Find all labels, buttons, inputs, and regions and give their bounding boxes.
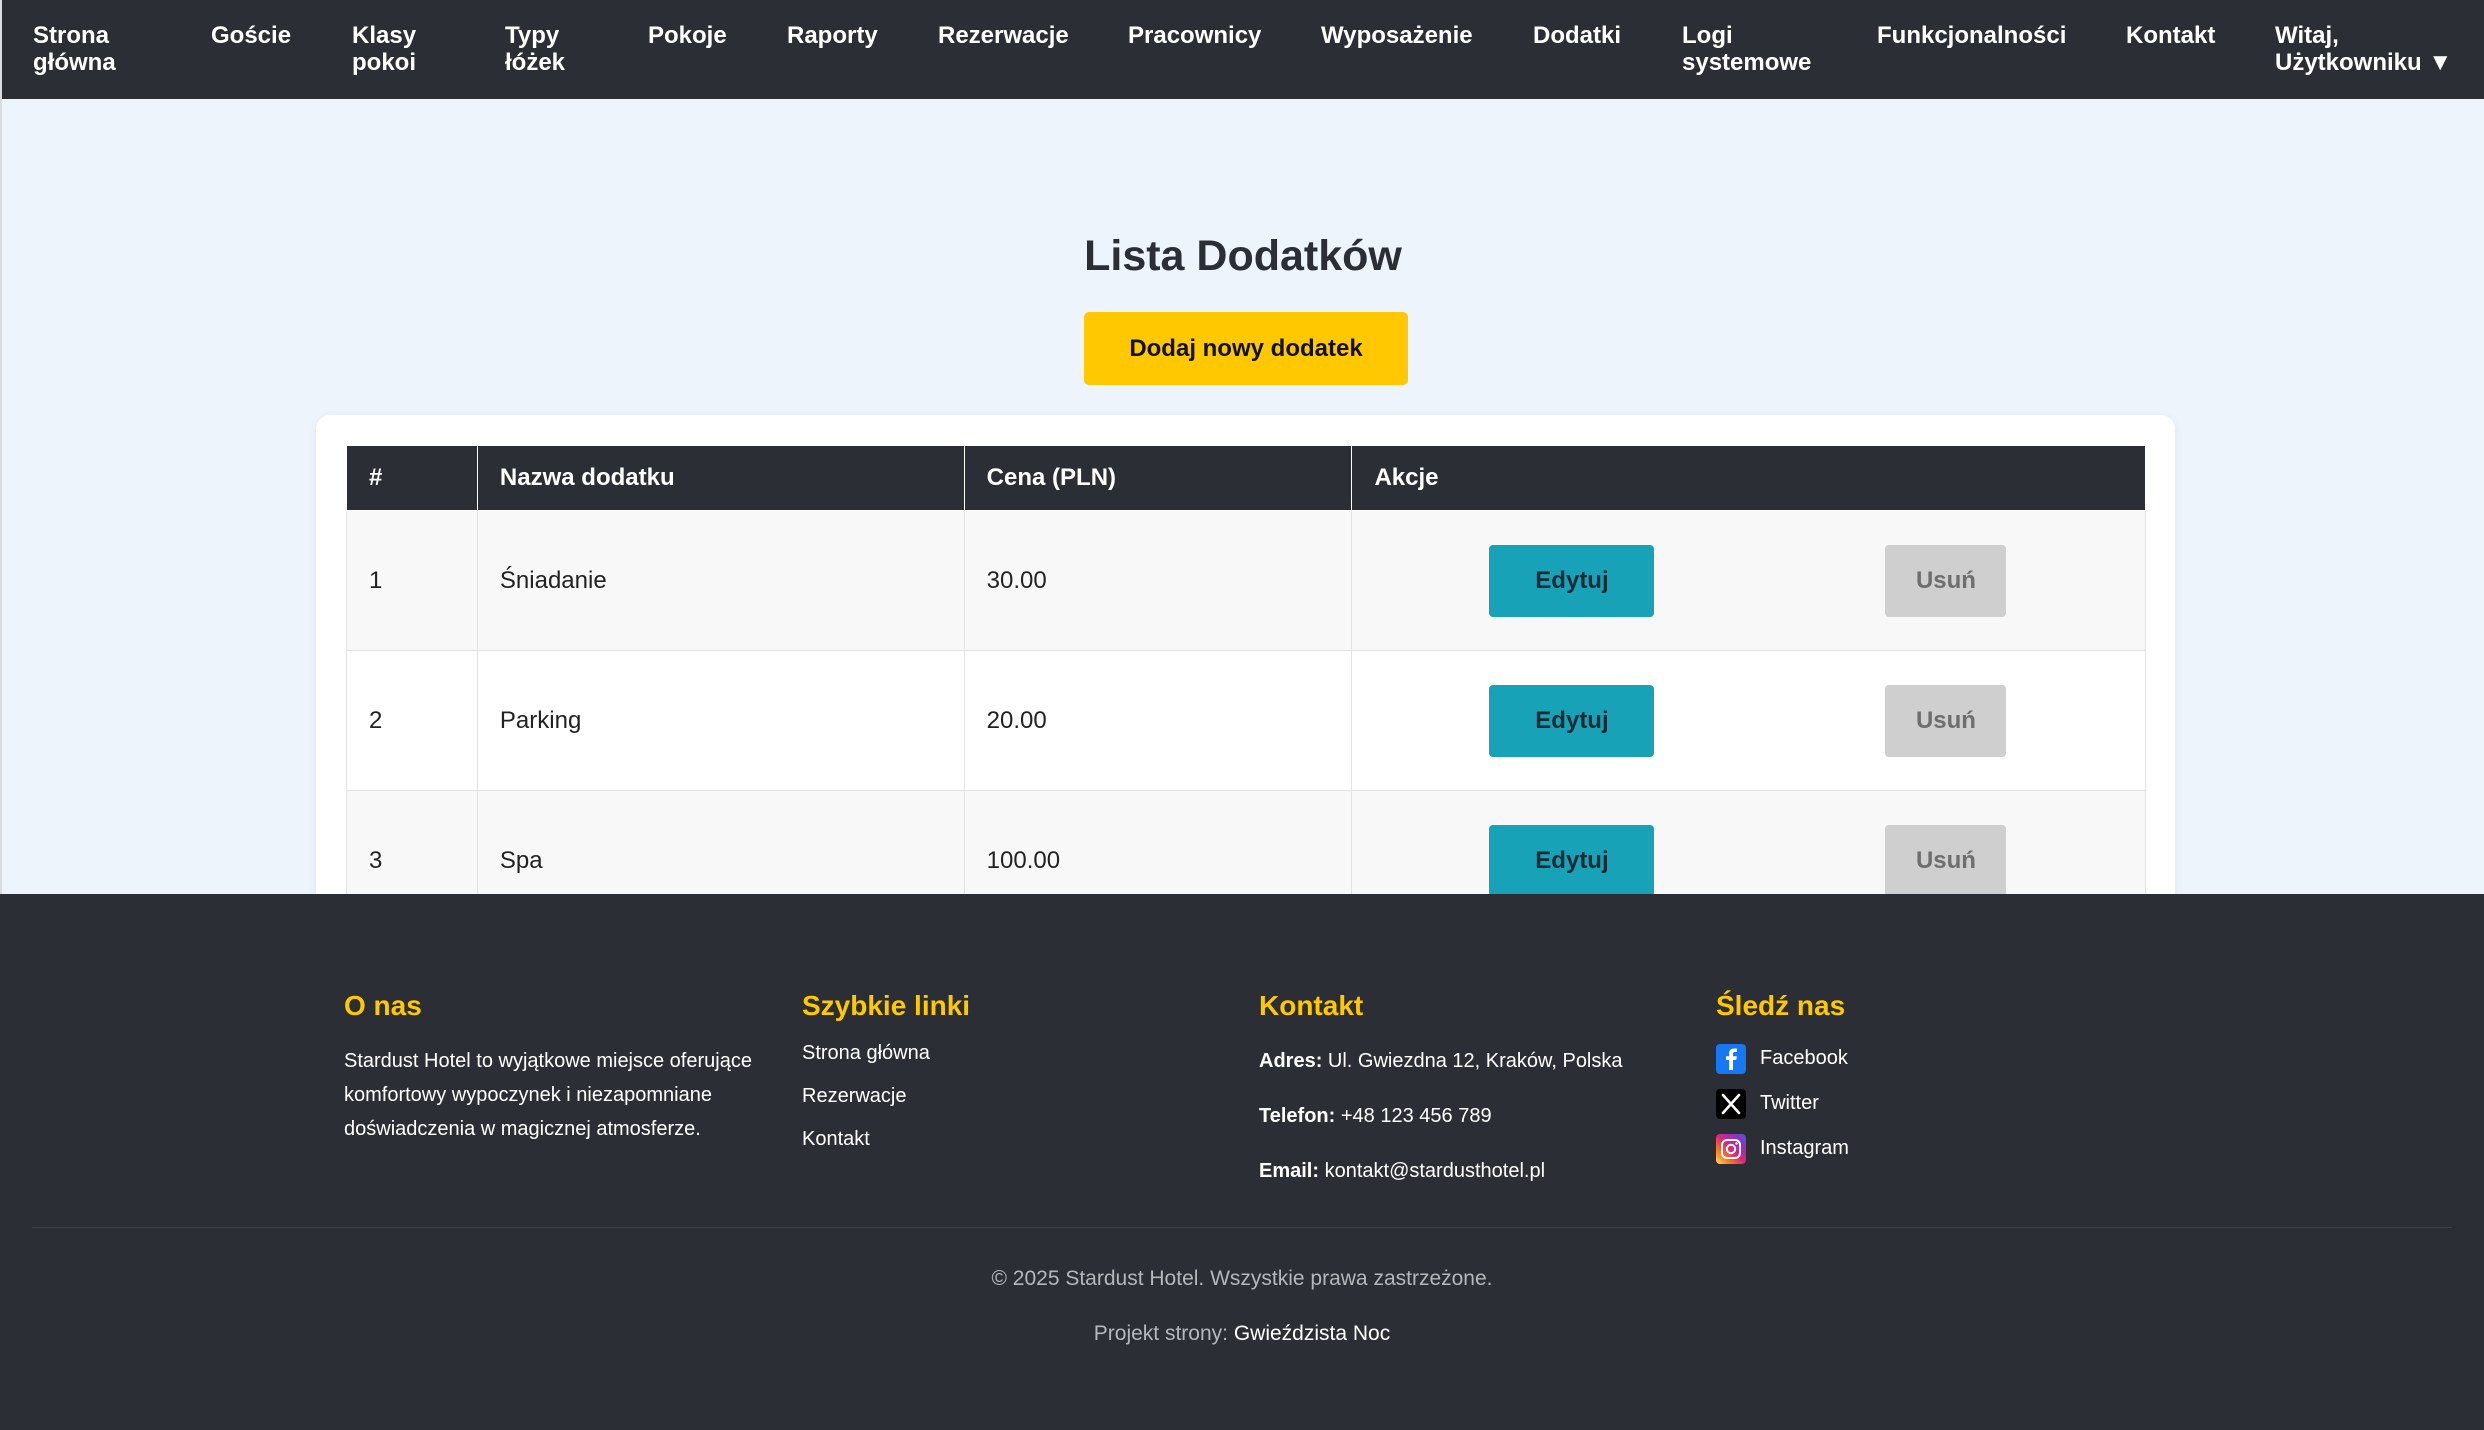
footer-divider — [32, 1227, 2452, 1228]
edit-button[interactable]: Edytuj — [1489, 825, 1655, 897]
top-navbar: Strona główna Goście Klasy pokoi Typy łó… — [0, 0, 2484, 99]
email-label: Email: — [1259, 1160, 1320, 1182]
nav-item-employees[interactable]: Pracownicy — [1128, 22, 1261, 49]
copyright-text: © 2025 Stardust Hotel. Wszystkie prawa z… — [991, 1267, 1493, 1290]
footer-link-contact[interactable]: Kontakt — [802, 1118, 970, 1161]
user-menu-dropdown[interactable]: Witaj, Użytkowniku ▼ — [2275, 22, 2452, 76]
footer-quick-links-heading: Szybkie linki — [802, 990, 971, 1021]
nav-item-home[interactable]: Strona główna — [33, 22, 116, 76]
edit-button[interactable]: Edytuj — [1489, 545, 1655, 617]
delete-button[interactable]: Usuń — [1885, 545, 2007, 617]
footer-link-reservations[interactable]: Rezerwacje — [802, 1075, 970, 1118]
instagram-icon — [1716, 1133, 1746, 1164]
facebook-label: Facebook — [1760, 1047, 1848, 1069]
address-value: Ul. Gwiezdna 12, Kraków, Polska — [1327, 1050, 1623, 1072]
column-header-actions: Akcje — [1351, 445, 2146, 511]
cell-price: 30.00 — [963, 510, 1353, 651]
credit-prefix: Projekt strony: — [1093, 1322, 1228, 1345]
nav-item-contact[interactable]: Kontakt — [2126, 22, 2215, 49]
nav-item-reports[interactable]: Raporty — [787, 22, 878, 49]
twitter-label: Twitter — [1760, 1092, 1819, 1114]
email-value[interactable]: kontakt@stardusthotel.pl — [1325, 1160, 1545, 1182]
table-row: 1 Śniadanie 30.00 Edytuj Usuń — [346, 510, 2146, 651]
cell-name: Śniadanie — [476, 510, 965, 651]
nav-item-equipment[interactable]: Wyposażenie — [1321, 22, 1473, 49]
page-title: Lista Dodatków — [1084, 232, 1402, 280]
edit-button[interactable]: Edytuj — [1489, 685, 1655, 757]
twitter-link[interactable]: Twitter — [1716, 1081, 1849, 1126]
cell-id: 1 — [346, 510, 478, 651]
delete-button[interactable]: Usuń — [1885, 825, 2007, 897]
phone-value: +48 123 456 789 — [1340, 1105, 1492, 1127]
footer-email: Email: kontakt@stardusthotel.pl — [1259, 1144, 1623, 1199]
facebook-link[interactable]: Facebook — [1716, 1036, 1849, 1081]
footer-about: O nas Stardust Hotel to wyjątkowe miejsc… — [344, 990, 764, 1146]
x-twitter-icon — [1716, 1088, 1746, 1119]
nav-item-reservations[interactable]: Rezerwacje — [938, 22, 1069, 49]
nav-item-features[interactable]: Funkcjonalności — [1877, 22, 2066, 49]
extras-table: # Nazwa dodatku Cena (PLN) Akcje 1 Śniad… — [346, 445, 2146, 931]
footer-about-heading: O nas — [344, 990, 422, 1021]
cell-name: Parking — [476, 650, 965, 791]
cell-actions: Edytuj Usuń — [1351, 650, 2146, 791]
add-extra-button[interactable]: Dodaj nowy dodatek — [1084, 312, 1408, 385]
credit-name[interactable]: Gwieździsta Noc — [1234, 1322, 1390, 1345]
footer-contact-heading: Kontakt — [1259, 990, 1364, 1021]
footer-phone: Telefon: +48 123 456 789 — [1259, 1089, 1623, 1144]
cell-id: 2 — [346, 650, 478, 791]
footer-social: Śledź nas Facebook Twitter Instagram — [1716, 990, 1849, 1171]
nav-item-bed-types[interactable]: Typy łóżek — [505, 22, 565, 76]
nav-item-guests[interactable]: Goście — [211, 22, 291, 49]
phone-label: Telefon: — [1259, 1105, 1336, 1127]
footer-contact: Kontakt Adres: Ul. Gwiezdna 12, Kraków, … — [1259, 990, 1623, 1199]
table-header-row: # Nazwa dodatku Cena (PLN) Akcje — [346, 445, 2146, 511]
facebook-icon — [1716, 1043, 1746, 1074]
footer-address: Adres: Ul. Gwiezdna 12, Kraków, Polska — [1259, 1034, 1623, 1089]
footer-link-home[interactable]: Strona główna — [802, 1032, 970, 1075]
site-credit: Projekt strony: Gwieździsta Noc — [0, 1322, 2484, 1346]
column-header-price: Cena (PLN) — [963, 445, 1353, 511]
footer-social-heading: Śledź nas — [1716, 990, 1846, 1021]
column-header-id: # — [346, 445, 478, 511]
nav-item-room-classes[interactable]: Klasy pokoi — [352, 22, 416, 76]
footer-quick-links: Szybkie linki Strona główna Rezerwacje K… — [802, 990, 970, 1161]
cell-price: 20.00 — [963, 650, 1353, 791]
footer: O nas Stardust Hotel to wyjątkowe miejsc… — [0, 894, 2484, 1430]
main-content: Lista Dodatków Dodaj nowy dodatek # Nazw… — [0, 99, 2484, 964]
instagram-label: Instagram — [1760, 1137, 1849, 1159]
footer-about-text: Stardust Hotel to wyjątkowe miejsce ofer… — [344, 1050, 752, 1140]
address-label: Adres: — [1259, 1050, 1323, 1072]
cell-actions: Edytuj Usuń — [1351, 510, 2146, 651]
extras-table-card: # Nazwa dodatku Cena (PLN) Akcje 1 Śniad… — [316, 415, 2175, 964]
nav-item-rooms[interactable]: Pokoje — [648, 22, 727, 49]
delete-button[interactable]: Usuń — [1885, 685, 2007, 757]
table-row: 2 Parking 20.00 Edytuj Usuń — [346, 650, 2146, 791]
column-header-name: Nazwa dodatku — [476, 445, 965, 511]
instagram-link[interactable]: Instagram — [1716, 1126, 1849, 1171]
nav-item-system-logs[interactable]: Logi systemowe — [1682, 22, 1811, 76]
nav-item-extras[interactable]: Dodatki — [1533, 22, 1621, 49]
